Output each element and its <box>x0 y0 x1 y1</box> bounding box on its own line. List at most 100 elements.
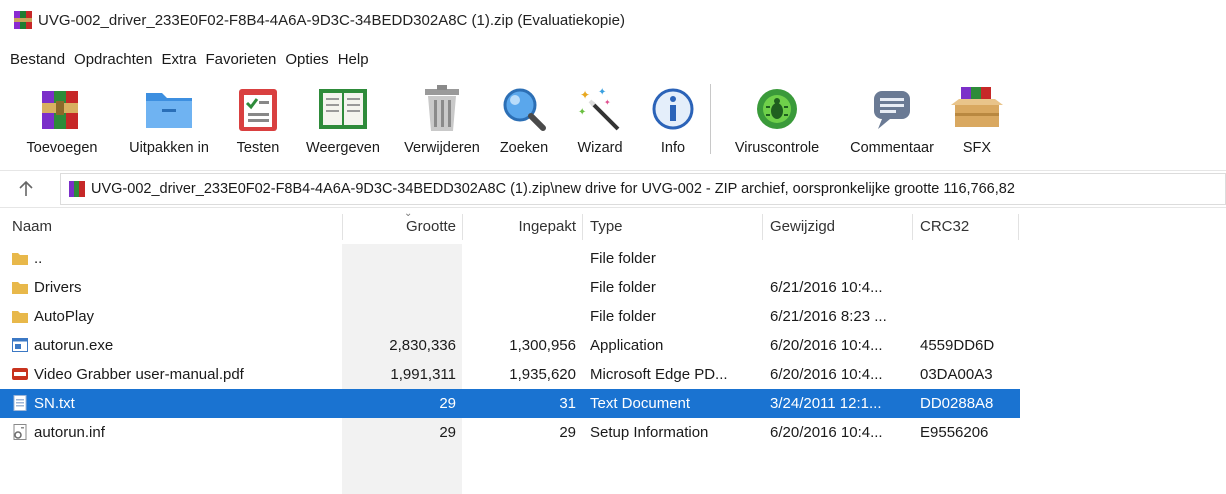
file-crc: 4559DD6D <box>920 337 995 354</box>
column-divider[interactable] <box>582 214 583 240</box>
sfx-box-icon <box>949 82 1005 136</box>
file-packed: 1,300,956 <box>509 337 576 354</box>
file-row-autorun-inf[interactable]: autorun.inf 29 29 Setup Information 6/20… <box>0 418 1226 447</box>
file-row-autorun-exe[interactable]: autorun.exe 2,830,336 1,300,956 Applicat… <box>0 331 1226 360</box>
test-button[interactable]: Testen <box>224 76 292 166</box>
file-size: 1,991,311 <box>390 366 456 383</box>
menu-help[interactable]: Help <box>338 51 369 68</box>
test-label: Testen <box>236 140 280 156</box>
file-row-sn-txt[interactable]: SN.txt 29 31 Text Document 3/24/2011 12:… <box>0 389 1226 418</box>
folder-icon <box>12 253 28 265</box>
column-divider[interactable] <box>912 214 913 240</box>
magnifier-icon <box>496 82 552 136</box>
up-arrow-icon[interactable] <box>8 171 44 207</box>
file-type: Microsoft Edge PD... <box>590 366 728 383</box>
file-row-drivers[interactable]: Drivers File folder 6/21/2016 10:4... <box>0 273 1226 302</box>
file-name: AutoPlay <box>34 308 95 325</box>
file-modified: 3/24/2011 12:1... <box>770 395 882 412</box>
menu-opdrachten[interactable]: Opdrachten <box>74 51 152 68</box>
extract-label: Uitpakken in <box>129 140 209 156</box>
find-button[interactable]: Zoeken <box>490 76 558 166</box>
menu-favorieten[interactable]: Favorieten <box>205 51 276 68</box>
title-bar: UVG-002_driver_233E0F02-F8B4-4A6A-9D3C-3… <box>0 0 1226 40</box>
info-button[interactable]: Info <box>642 76 704 166</box>
test-checklist-icon <box>230 82 286 136</box>
file-size: 29 <box>439 395 456 412</box>
virus-scan-button[interactable]: Viruscontrole <box>717 76 837 166</box>
view-book-icon <box>315 82 371 136</box>
file-packed: 1,935,620 <box>509 366 576 383</box>
column-header-row: Naam ⌄ Grootte Ingepakt Type Gewijzigd C… <box>0 208 1226 244</box>
column-packed-header[interactable]: Ingepakt <box>462 210 576 244</box>
file-row-manual-pdf[interactable]: Video Grabber user-manual.pdf 1,991,311 … <box>0 360 1226 389</box>
menu-bestand[interactable]: Bestand <box>10 51 65 68</box>
comment-label: Commentaar <box>850 140 934 156</box>
sfx-label: SFX <box>962 140 992 156</box>
path-field[interactable]: UVG-002_driver_233E0F02-F8B4-4A6A-9D3C-3… <box>60 173 1226 205</box>
svg-text:✦: ✦ <box>578 107 586 118</box>
file-type: Application <box>590 337 664 354</box>
menu-bar: Bestand Opdrachten Extra Favorieten Opti… <box>0 46 378 72</box>
svg-text:✦: ✦ <box>604 98 611 107</box>
svg-text:✦: ✦ <box>580 88 590 102</box>
file-type: Text Document <box>590 395 691 412</box>
file-packed: 31 <box>559 395 576 412</box>
column-modified-header[interactable]: Gewijzigd <box>770 210 835 244</box>
magic-wand-icon: ✦ ✦ ✦ ✦ <box>572 82 628 136</box>
toolbar: Toevoegen Uitpakken in Testen Weergeven <box>10 76 1007 166</box>
file-modified: 6/20/2016 10:4... <box>770 366 883 383</box>
virus-scan-icon <box>749 82 805 136</box>
add-label: Toevoegen <box>26 140 98 156</box>
trash-icon <box>414 82 470 136</box>
column-divider[interactable] <box>1018 214 1019 240</box>
column-name-header[interactable]: Naam <box>12 210 52 244</box>
wizard-button[interactable]: ✦ ✦ ✦ ✦ Wizard <box>558 76 642 166</box>
exe-icon <box>12 338 28 352</box>
menu-extra[interactable]: Extra <box>161 51 196 68</box>
delete-button[interactable]: Verwijderen <box>394 76 490 166</box>
svg-text:✦: ✦ <box>598 87 606 98</box>
window-title: UVG-002_driver_233E0F02-F8B4-4A6A-9D3C-3… <box>38 11 625 29</box>
comment-icon <box>864 82 920 136</box>
comment-button[interactable]: Commentaar <box>837 76 947 166</box>
column-crc-header[interactable]: CRC32 <box>920 210 969 244</box>
file-type: File folder <box>590 250 656 267</box>
file-list: Naam ⌄ Grootte Ingepakt Type Gewijzigd C… <box>0 208 1226 494</box>
add-archive-icon <box>34 82 90 136</box>
file-row-autoplay[interactable]: AutoPlay File folder 6/21/2016 8:23 ... <box>0 302 1226 331</box>
address-bar: UVG-002_driver_233E0F02-F8B4-4A6A-9D3C-3… <box>0 170 1226 208</box>
file-type: File folder <box>590 308 656 325</box>
folder-icon <box>12 311 28 323</box>
file-row-parent[interactable]: .. File folder <box>0 244 1226 273</box>
file-crc: E9556206 <box>920 424 989 441</box>
file-modified: 6/20/2016 10:4... <box>770 337 883 354</box>
column-type-header[interactable]: Type <box>590 210 623 244</box>
add-button[interactable]: Toevoegen <box>10 76 114 166</box>
file-packed: 29 <box>559 424 576 441</box>
column-size-header[interactable]: Grootte <box>342 210 456 244</box>
sfx-button[interactable]: SFX <box>947 76 1007 166</box>
file-crc: DD0288A8 <box>920 395 994 412</box>
wizard-label: Wizard <box>577 140 623 156</box>
menu-opties[interactable]: Opties <box>285 51 328 68</box>
folder-icon <box>12 282 28 294</box>
extract-button[interactable]: Uitpakken in <box>114 76 224 166</box>
file-type: File folder <box>590 279 656 296</box>
view-label: Weergeven <box>306 140 380 156</box>
file-name: autorun.exe <box>34 337 114 354</box>
path-text: UVG-002_driver_233E0F02-F8B4-4A6A-9D3C-3… <box>91 181 1015 197</box>
delete-label: Verwijderen <box>404 140 480 156</box>
archive-icon <box>69 181 85 197</box>
winrar-books-icon <box>14 11 32 29</box>
file-crc: 03DA00A3 <box>920 366 993 383</box>
extract-folder-icon <box>141 82 197 136</box>
file-name: autorun.inf <box>34 424 105 441</box>
file-modified: 6/21/2016 8:23 ... <box>770 308 887 325</box>
column-divider[interactable] <box>762 214 763 240</box>
virus-scan-label: Viruscontrole <box>734 140 820 156</box>
file-name: .. <box>34 250 43 267</box>
find-label: Zoeken <box>499 140 549 156</box>
file-size: 29 <box>439 424 456 441</box>
view-button[interactable]: Weergeven <box>292 76 394 166</box>
file-name: SN.txt <box>34 395 75 412</box>
